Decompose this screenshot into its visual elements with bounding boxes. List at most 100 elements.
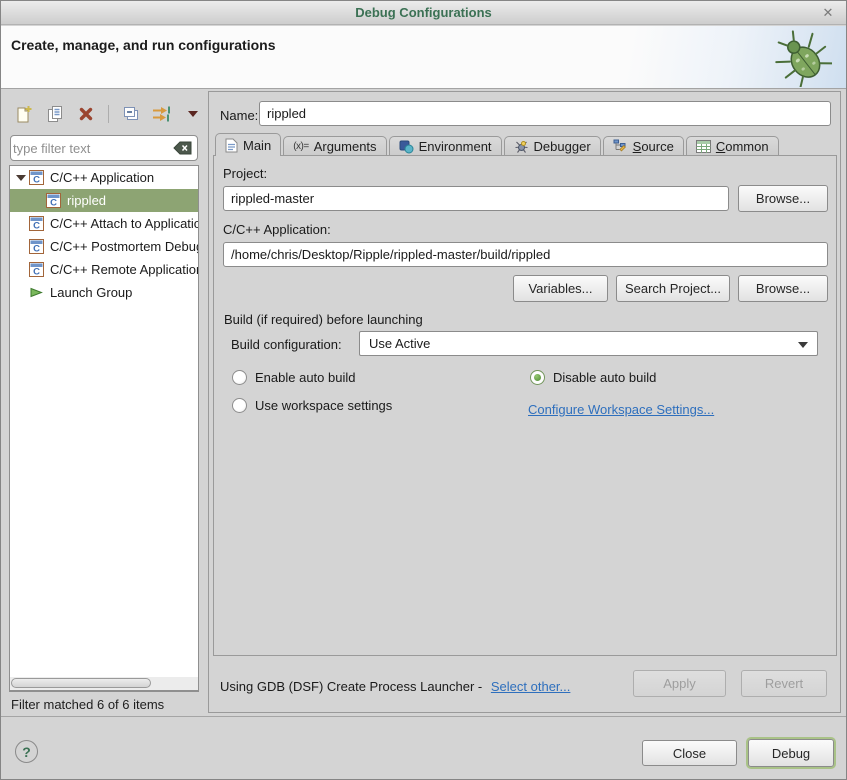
search-project-button[interactable]: Search Project... bbox=[616, 275, 730, 302]
radio-circle-icon[interactable] bbox=[232, 370, 247, 385]
help-button[interactable]: ? bbox=[15, 740, 38, 763]
configuration-detail-panel: Name: Main (x)= Arguments Environment bbox=[208, 91, 841, 713]
svg-text:C: C bbox=[33, 221, 40, 232]
collapse-all-icon bbox=[122, 105, 140, 123]
tab-bar: Main (x)= Arguments Environment bbox=[215, 133, 781, 156]
application-path-input[interactable] bbox=[223, 242, 828, 267]
variables-button[interactable]: Variables... bbox=[513, 275, 608, 302]
tab-environment[interactable]: Environment bbox=[389, 136, 502, 156]
radio-label: Use workspace settings bbox=[255, 398, 392, 413]
launcher-row: Using GDB (DSF) Create Process Launcher … bbox=[209, 657, 840, 712]
tree-item-label: C/C++ Attach to Application bbox=[50, 216, 198, 231]
build-section-heading: Build (if required) before launching bbox=[224, 312, 423, 327]
c-application-icon: C bbox=[29, 239, 44, 254]
name-label: Name: bbox=[220, 108, 258, 123]
browse-application-button[interactable]: Browse... bbox=[738, 275, 828, 302]
clear-filter-icon[interactable] bbox=[173, 141, 192, 155]
filter-status-text: Filter matched 6 of 6 items bbox=[11, 697, 164, 712]
radio-use-workspace-settings[interactable]: Use workspace settings bbox=[232, 398, 392, 413]
debug-configurations-dialog: Debug Configurations ✕ Create, manage, a… bbox=[0, 0, 847, 780]
browse-project-button[interactable]: Browse... bbox=[738, 185, 828, 212]
select-other-launcher-link[interactable]: Select other... bbox=[491, 679, 571, 694]
tree-item-cpp-postmortem[interactable]: C C/C++ Postmortem Debugger bbox=[10, 235, 198, 258]
combo-arrow-icon bbox=[798, 342, 808, 348]
collapse-all-button[interactable] bbox=[120, 103, 142, 125]
application-label: C/C++ Application: bbox=[223, 222, 331, 237]
radio-circle-icon[interactable] bbox=[232, 398, 247, 413]
filter-icon bbox=[152, 105, 172, 123]
expander-icon[interactable] bbox=[13, 175, 29, 181]
svg-text:C: C bbox=[33, 175, 40, 186]
tree-item-label: C/C++ Application bbox=[50, 170, 154, 185]
tree-item-cpp-attach[interactable]: C C/C++ Attach to Application bbox=[10, 212, 198, 235]
filter-input[interactable] bbox=[13, 137, 169, 159]
tree-item-label: Launch Group bbox=[50, 285, 132, 300]
toolbar-menu-button[interactable] bbox=[182, 103, 204, 125]
source-tab-icon bbox=[613, 139, 628, 154]
close-button[interactable]: Close bbox=[642, 740, 737, 766]
toolbar-separator bbox=[108, 105, 109, 123]
launch-group-icon bbox=[29, 285, 44, 300]
radio-enable-auto-build[interactable]: Enable auto build bbox=[232, 370, 355, 385]
launcher-text: Using GDB (DSF) Create Process Launcher … bbox=[220, 679, 482, 694]
tree-item-label: rippled bbox=[67, 193, 106, 208]
name-input[interactable] bbox=[259, 101, 831, 126]
sidebar-toolbar bbox=[13, 101, 204, 127]
tree-item-label: C/C++ Remote Application bbox=[50, 262, 198, 277]
filter-launch-configurations-button[interactable] bbox=[151, 103, 173, 125]
tab-source[interactable]: Source bbox=[603, 136, 684, 156]
dialog-button-bar: ? Close Debug bbox=[1, 716, 846, 780]
main-tab-content: Project: Browse... C/C++ Application: Va… bbox=[213, 155, 837, 656]
window-close-icon[interactable]: ✕ bbox=[819, 1, 837, 25]
tab-common[interactable]: Common bbox=[686, 136, 779, 156]
window-titlebar[interactable]: Debug Configurations ✕ bbox=[1, 1, 846, 25]
debug-button[interactable]: Debug bbox=[748, 739, 834, 767]
header-banner: Create, manage, and run configurations bbox=[1, 26, 846, 89]
new-configuration-button[interactable] bbox=[13, 103, 35, 125]
main-tab-icon bbox=[225, 138, 238, 153]
tab-main[interactable]: Main bbox=[215, 133, 281, 156]
page-title: Create, manage, and run configurations bbox=[11, 37, 276, 53]
svg-text:C: C bbox=[50, 198, 57, 209]
tree-item-cpp-application[interactable]: C C/C++ Application bbox=[10, 166, 198, 189]
build-configuration-label: Build configuration: bbox=[231, 337, 342, 352]
revert-button[interactable]: Revert bbox=[741, 670, 827, 697]
c-application-icon: C bbox=[46, 193, 61, 208]
svg-text:C: C bbox=[33, 244, 40, 255]
tree-item-cpp-remote[interactable]: C C/C++ Remote Application bbox=[10, 258, 198, 281]
tree-item-label: C/C++ Postmortem Debugger bbox=[50, 239, 198, 254]
apply-button[interactable]: Apply bbox=[633, 670, 726, 697]
arguments-tab-icon: (x)= bbox=[293, 141, 309, 152]
tab-label: Arguments bbox=[314, 139, 377, 154]
tree-item-launch-group[interactable]: Launch Group bbox=[10, 281, 198, 304]
c-application-icon: C bbox=[29, 216, 44, 231]
delete-x-icon bbox=[77, 105, 95, 123]
tab-debugger[interactable]: Debugger bbox=[504, 136, 601, 156]
build-configuration-select[interactable]: Use Active bbox=[359, 331, 818, 356]
c-application-icon: C bbox=[29, 262, 44, 277]
tab-label: Main bbox=[243, 138, 271, 153]
tab-label: Source bbox=[633, 139, 674, 154]
tab-arguments[interactable]: (x)= Arguments bbox=[283, 136, 386, 156]
tab-label: Environment bbox=[419, 139, 492, 154]
tree-horizontal-scrollbar[interactable] bbox=[9, 677, 199, 691]
radio-label: Disable auto build bbox=[553, 370, 656, 385]
radio-disable-auto-build[interactable]: Disable auto build bbox=[530, 370, 656, 385]
project-input[interactable] bbox=[223, 186, 729, 211]
filter-field-container bbox=[10, 135, 198, 161]
debug-bug-icon bbox=[774, 29, 832, 87]
configure-workspace-settings-link[interactable]: Configure Workspace Settings... bbox=[528, 402, 714, 417]
delete-configuration-button[interactable] bbox=[75, 103, 97, 125]
window-title: Debug Configurations bbox=[355, 5, 492, 20]
duplicate-configuration-button[interactable] bbox=[44, 103, 66, 125]
c-application-icon: C bbox=[29, 170, 44, 185]
environment-tab-icon bbox=[399, 139, 414, 154]
configurations-tree: C C/C++ Application C rippled C C/C++ At… bbox=[9, 165, 199, 692]
radio-circle-icon-checked[interactable] bbox=[530, 370, 545, 385]
tree-item-rippled[interactable]: C rippled bbox=[10, 189, 198, 212]
tab-label: Common bbox=[716, 139, 769, 154]
debugger-tab-icon bbox=[514, 139, 529, 154]
tab-label: Debugger bbox=[534, 139, 591, 154]
common-tab-icon bbox=[696, 140, 711, 153]
scrollbar-thumb[interactable] bbox=[11, 678, 151, 688]
